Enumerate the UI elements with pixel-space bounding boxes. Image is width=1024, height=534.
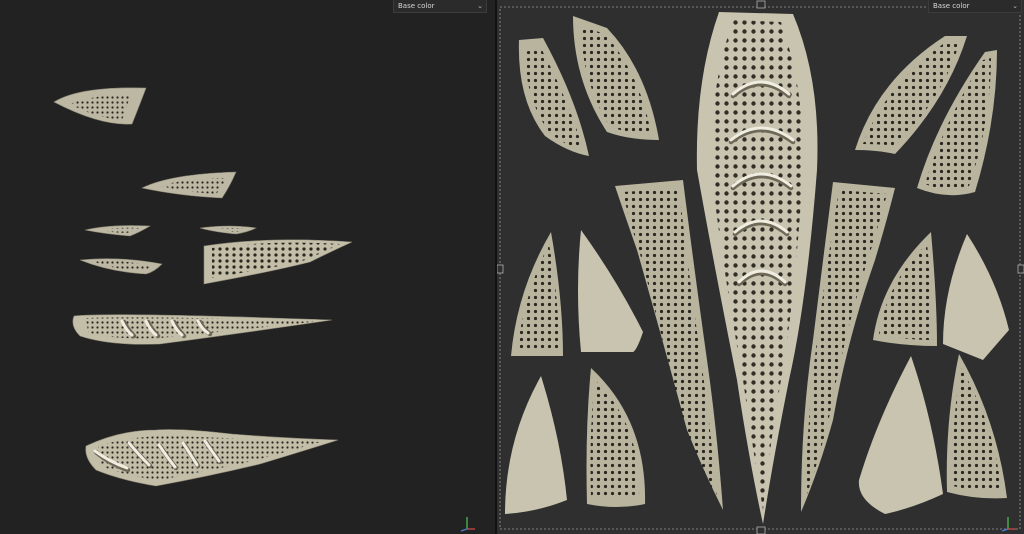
uv-texture-view[interactable] [497,0,1024,534]
mesh-preview[interactable] [0,0,495,534]
uv-island [573,16,659,140]
uv-island [511,232,563,356]
channel-dropdown-label: Base color [398,2,435,10]
mesh-piece [141,171,237,199]
uv-island [586,368,646,507]
mesh-piece [84,225,152,237]
mesh-piece [72,314,333,345]
mesh-piece [85,429,339,487]
mesh-piece [199,225,257,235]
viewport-2d[interactable]: Base color ⌄ [497,0,1024,534]
viewport-3d[interactable]: Base color ⌄ [0,0,495,534]
uv-island [873,232,937,346]
channel-dropdown-label: Base color [933,2,970,10]
mesh-piece [203,239,353,285]
uv-island [946,354,1007,499]
chevron-down-icon: ⌄ [477,2,483,10]
chevron-down-icon: ⌄ [1012,2,1018,10]
uv-island [858,356,943,514]
axis-gizmo-icon [999,514,1017,532]
uv-island [505,376,567,514]
channel-dropdown[interactable]: Base color ⌄ [928,0,1022,13]
uv-island [943,234,1009,360]
axis-gizmo-icon [458,514,476,532]
mesh-piece [53,87,147,125]
channel-dropdown[interactable]: Base color ⌄ [393,0,487,13]
uv-island [578,230,643,352]
mesh-piece [79,258,163,275]
